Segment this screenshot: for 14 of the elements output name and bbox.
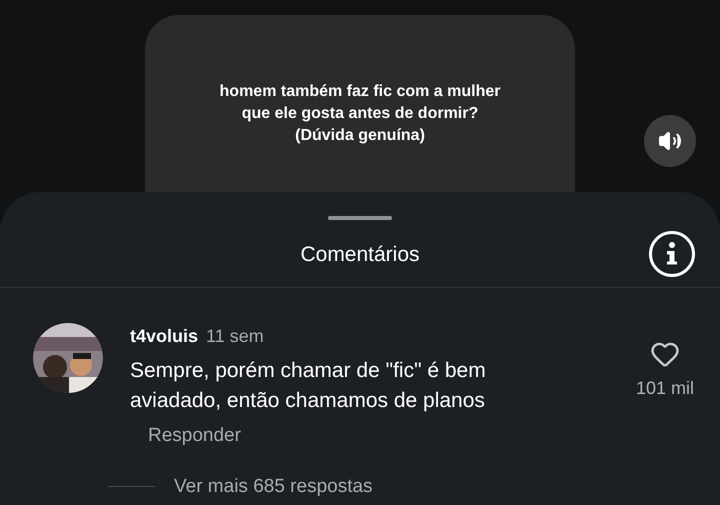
info-button[interactable] xyxy=(649,231,695,277)
comment-text: Sempre, porém chamar de "fic" é bem aviadado, então chamamos de planos xyxy=(130,358,487,414)
video-caption: que ele gosta antes de dormir? xyxy=(242,104,478,124)
reply-link[interactable]: Responder xyxy=(148,422,241,450)
username[interactable]: t4voluis xyxy=(130,323,198,350)
sound-button[interactable] xyxy=(644,115,696,167)
sheet-title: Comentários xyxy=(300,242,420,268)
speaker-icon xyxy=(658,129,682,153)
comment-time: 11 sem xyxy=(206,325,264,348)
like-count: 101 mil xyxy=(636,377,694,400)
view-replies-link[interactable]: Ver mais 685 respostas xyxy=(174,472,373,501)
video-caption: (Dúvida genuína) xyxy=(295,126,425,146)
video-caption: homem também faz fic com a mulher xyxy=(220,82,500,102)
drag-handle[interactable] xyxy=(328,216,392,220)
